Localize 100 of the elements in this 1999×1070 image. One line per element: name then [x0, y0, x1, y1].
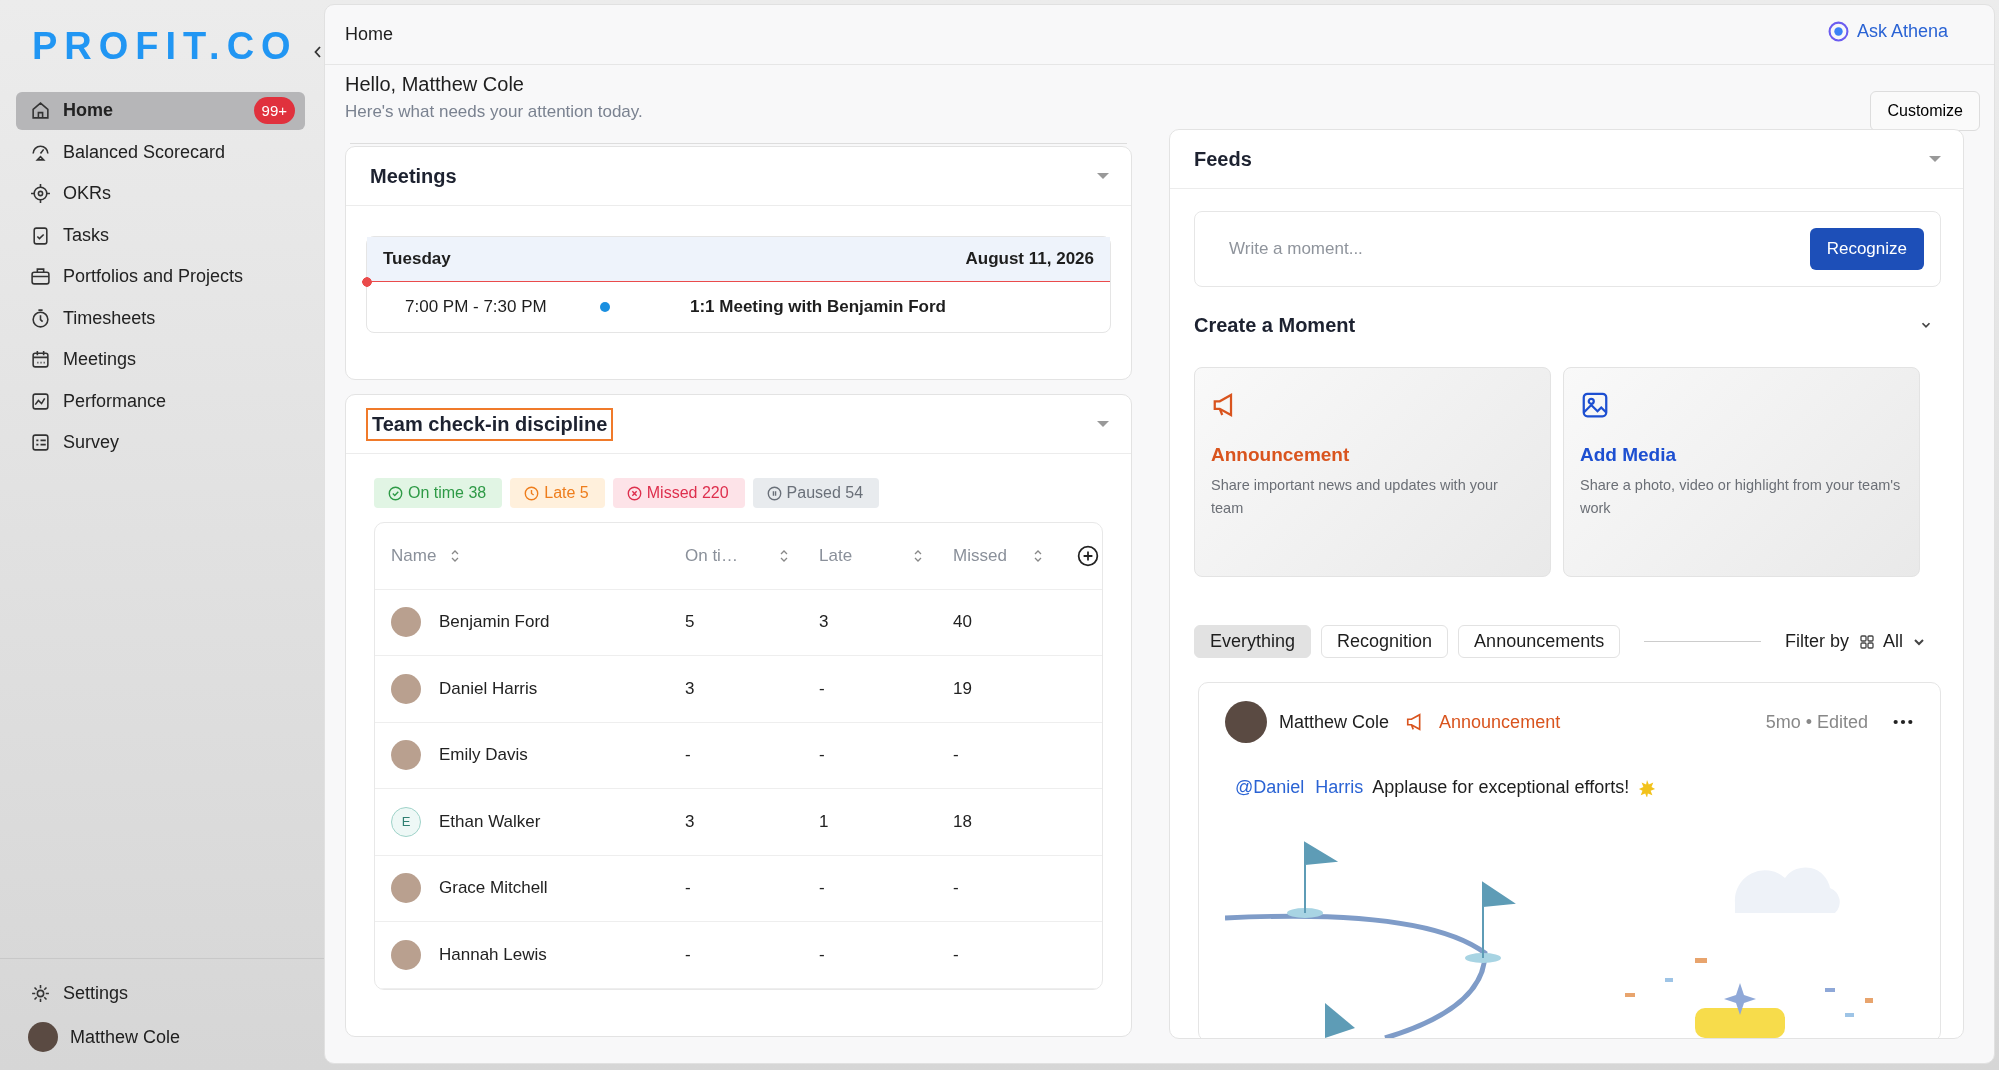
name-cell: Emily Davis	[439, 745, 528, 766]
nav-icon	[30, 349, 51, 371]
avatar	[391, 740, 421, 771]
settings-icon	[30, 982, 51, 1004]
avatar	[391, 939, 421, 970]
nav-icon	[30, 390, 51, 412]
user-name[interactable]: Matthew Cole	[70, 1026, 181, 1048]
tile-description: Share a photo, video or highlight from your team's work	[1580, 476, 1902, 519]
status-chip[interactable]: Paused 54	[752, 478, 880, 508]
x-circle-icon	[626, 485, 642, 501]
table-cell-text: -	[953, 944, 960, 965]
avatar	[391, 873, 421, 904]
table-cell-text: -	[685, 878, 692, 899]
meeting-time: 7:00 PM - 7:30 PM	[405, 297, 548, 317]
table-cell-text: 3	[685, 678, 696, 699]
feed-tab[interactable]: Announcements	[1458, 625, 1621, 658]
post-author[interactable]: Matthew Cole	[1279, 711, 1390, 733]
add-column-icon[interactable]	[1077, 544, 1099, 567]
moment-input[interactable]: Write a moment...	[1227, 238, 1810, 260]
sort-icon[interactable]	[913, 548, 923, 563]
tile-title: Add Media	[1580, 444, 1678, 466]
nav-icon	[30, 307, 51, 329]
table-cell-text: 1	[819, 811, 830, 832]
filter-label: Filter by	[1784, 631, 1849, 652]
sort-icon[interactable]	[450, 548, 461, 563]
count-badge: 99+	[253, 97, 295, 125]
assistant-icon	[1827, 21, 1849, 42]
card-title: Meetings	[370, 164, 457, 188]
nav-item[interactable]: OKRs	[16, 175, 305, 213]
greeting-subtitle: Here's what needs your attention today.	[345, 102, 643, 122]
avatar	[1225, 701, 1267, 743]
nav-icon	[30, 224, 51, 246]
name-cell: Hannah Lewis	[439, 944, 547, 965]
table-cell-text: 18	[953, 811, 973, 832]
caret-icon[interactable]	[1097, 173, 1109, 179]
settings-link[interactable]: Settings	[16, 974, 308, 1012]
moment-tile[interactable]: Announcement Share important news and updates with your team	[1194, 367, 1551, 577]
day-label: Tuesday	[383, 249, 451, 269]
initial-avatar: E	[391, 806, 421, 837]
caret-icon[interactable]	[1097, 421, 1109, 427]
breadcrumb: Home	[345, 24, 393, 45]
sparkle-icon	[1638, 778, 1657, 797]
moment-tile[interactable]: Add Media Share a photo, video or highlight from your team's work	[1563, 367, 1920, 577]
table-cell-text: 40	[953, 612, 973, 633]
card-title: Feeds	[1194, 147, 1252, 171]
image-icon	[1580, 390, 1610, 420]
mention-link[interactable]: @Daniel Harris	[1235, 777, 1364, 798]
table-cell-text: -	[685, 944, 692, 965]
nav-item[interactable]: Timesheets	[16, 299, 305, 337]
post-type: Announcement	[1439, 711, 1561, 733]
assistant-link[interactable]: Ask Athena	[1827, 21, 1948, 42]
table-cell-text: 5	[685, 612, 696, 633]
check-circle-icon	[388, 485, 403, 501]
customize-button[interactable]: Customize	[1870, 91, 1980, 131]
greeting-title: Hello, Matthew Cole	[345, 73, 525, 96]
filter-dropdown[interactable]: All	[1859, 631, 1927, 652]
status-chip[interactable]: Missed 220	[612, 478, 745, 508]
feed-tab[interactable]: Everything	[1194, 625, 1312, 658]
nav-item[interactable]: Meetings	[16, 341, 305, 379]
table-cell-text: 19	[953, 678, 973, 699]
meeting-title[interactable]: 1:1 Meeting with Benjamin Ford	[690, 297, 946, 317]
sort-icon[interactable]	[1033, 548, 1043, 563]
nav-item[interactable]: Performance	[16, 382, 305, 420]
nav-item[interactable]: Home 99+	[16, 92, 305, 130]
sort-icon[interactable]	[779, 548, 789, 563]
card-title: Team check-in discipline	[366, 407, 614, 441]
avatar	[391, 673, 421, 704]
nav-item[interactable]: Balanced Scorecard	[16, 133, 305, 171]
name-cell: Daniel Harris	[439, 678, 538, 699]
avatar	[28, 1022, 58, 1052]
nav-icon	[30, 183, 51, 205]
recognize-button[interactable]: Recognize	[1809, 228, 1924, 270]
clock-icon	[524, 485, 540, 501]
collapse-icon[interactable]	[314, 46, 322, 58]
name-cell: Benjamin Ford	[439, 612, 550, 633]
date-label: August 11, 2026	[965, 249, 1094, 269]
nav-item[interactable]: Tasks	[16, 216, 305, 254]
section-title: Create a Moment	[1194, 313, 1356, 337]
pause-icon	[766, 485, 782, 501]
nav-item[interactable]: Portfolios and Projects	[16, 258, 305, 296]
more-icon[interactable]	[1892, 718, 1914, 726]
tile-title: Announcement	[1211, 444, 1351, 466]
post-text: Applause for exceptional efforts!	[1372, 777, 1630, 798]
caret-icon[interactable]	[1929, 156, 1941, 162]
table-cell-text: -	[685, 745, 692, 766]
table-cell-text: -	[819, 678, 826, 699]
table-cell-text: -	[819, 878, 826, 899]
name-cell: Grace Mitchell	[439, 878, 548, 899]
feed-tab[interactable]: Recognition	[1321, 625, 1449, 658]
table-cell-text: -	[819, 944, 826, 965]
logo: PROFIT.CO	[32, 24, 298, 68]
tile-description: Share important news and updates with your team	[1211, 476, 1499, 519]
nav-icon	[30, 100, 51, 122]
table-cell-text: 3	[819, 612, 830, 633]
post-meta: 5mo • Edited	[1765, 711, 1868, 733]
nav-icon	[30, 432, 51, 454]
table-cell-text: -	[819, 745, 826, 766]
grid-icon	[1859, 633, 1875, 650]
nav-item[interactable]: Survey	[16, 424, 305, 462]
avatar	[391, 607, 421, 638]
